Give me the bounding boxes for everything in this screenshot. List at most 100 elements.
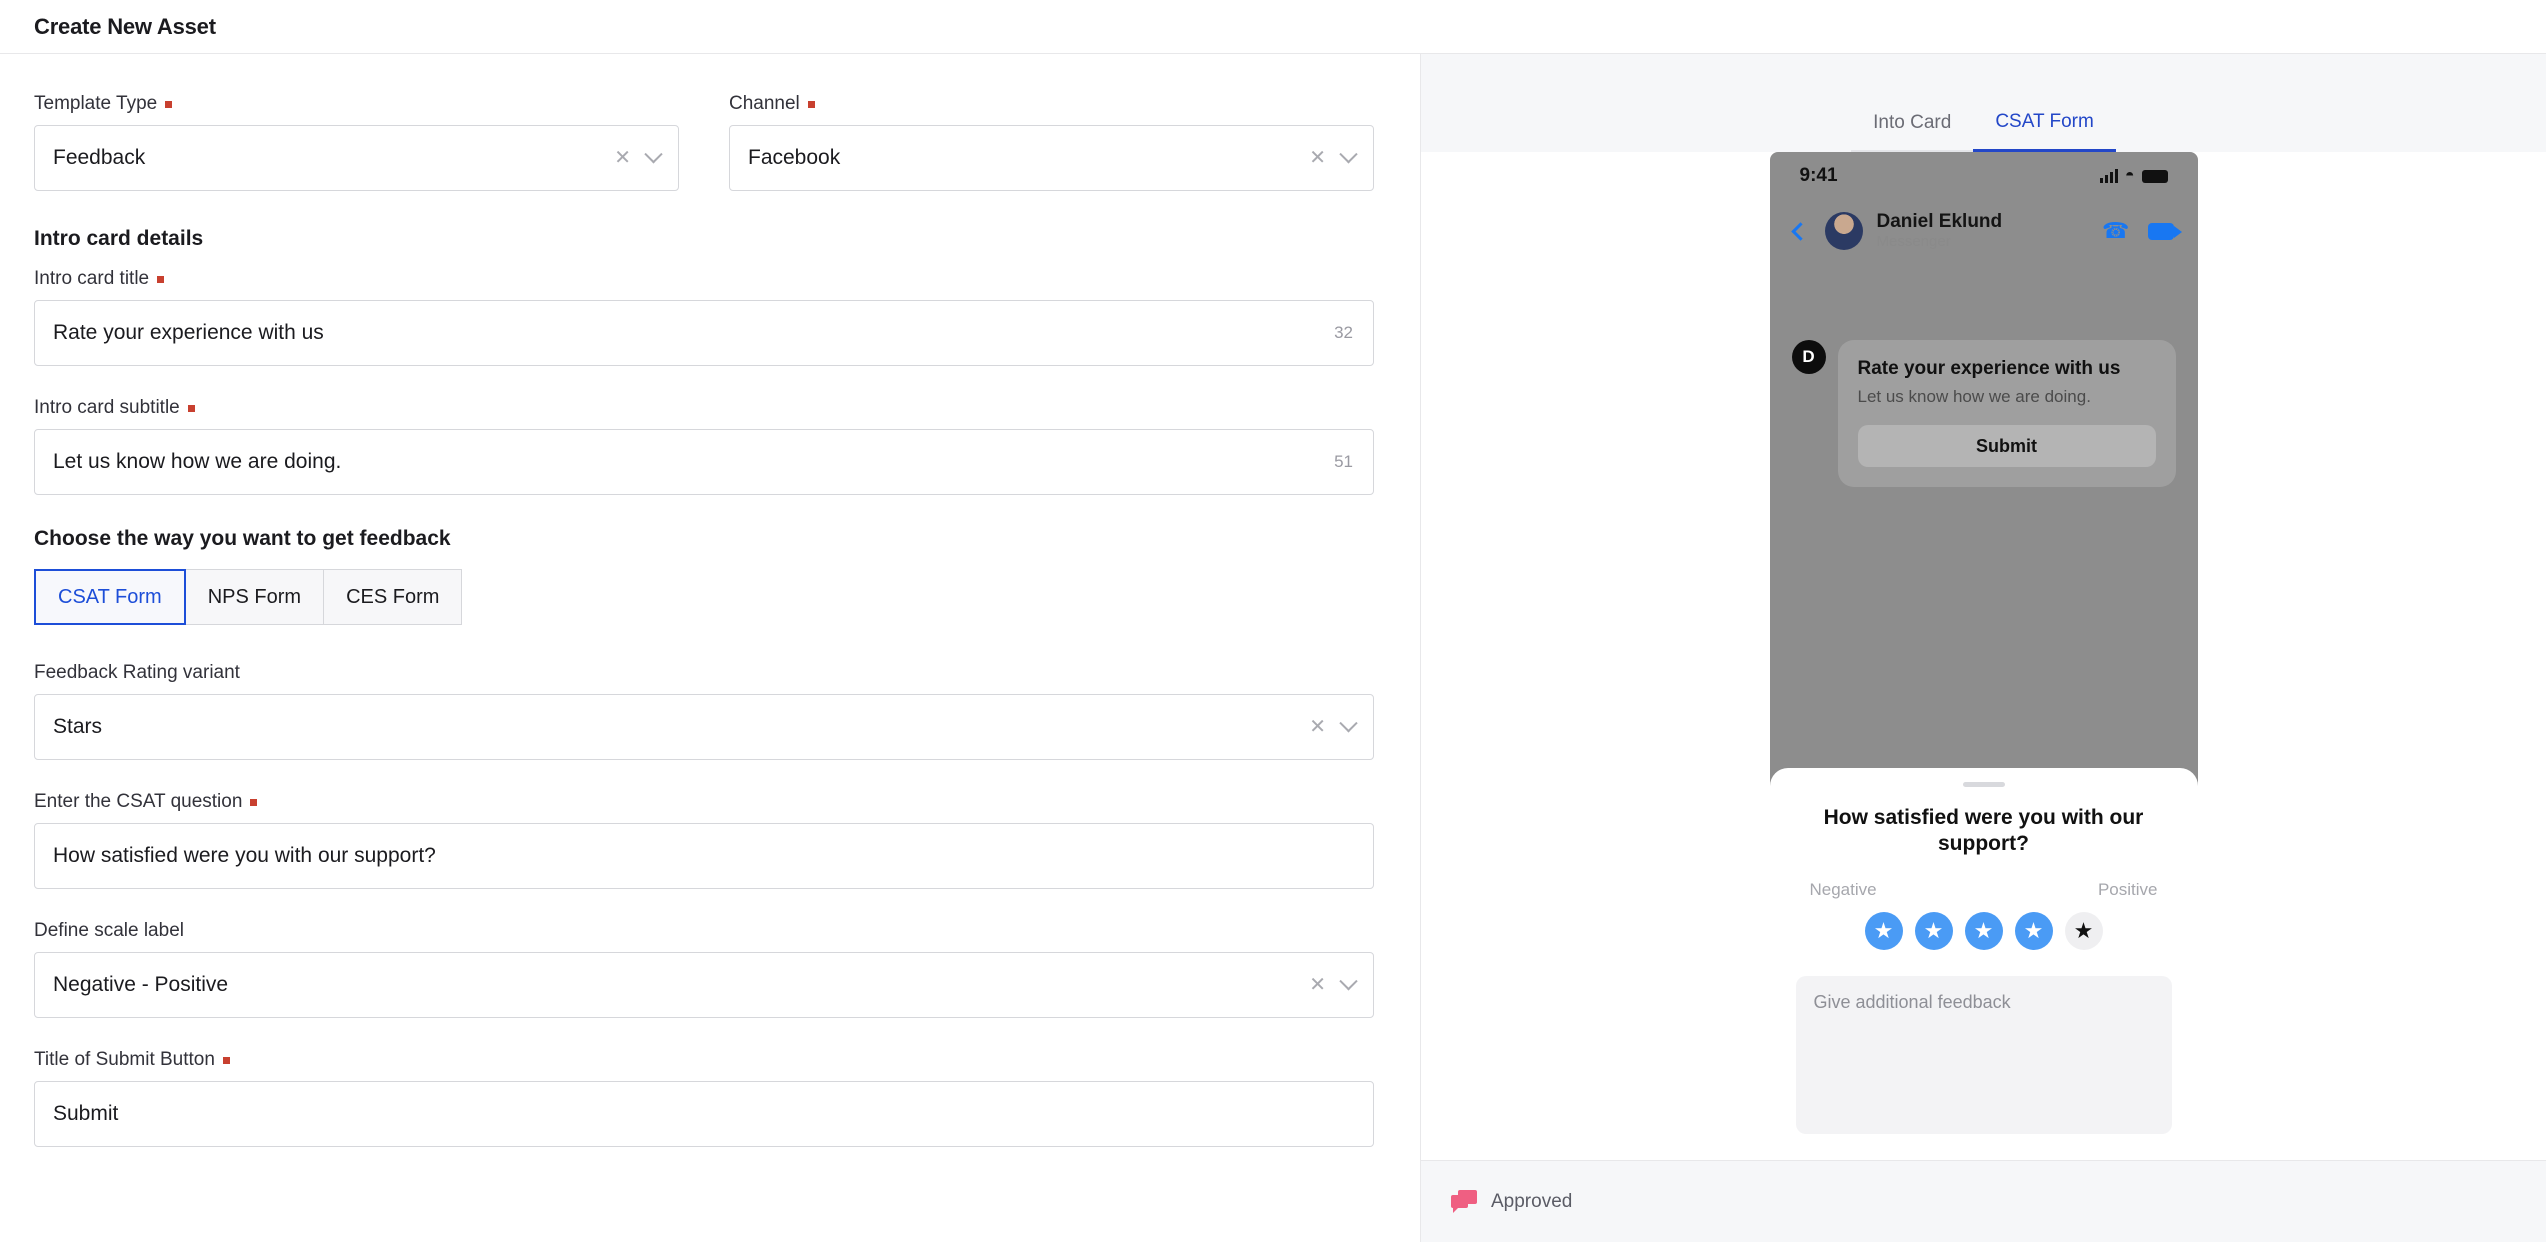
contact-name: Daniel Eklund [1876, 211, 2003, 233]
star-rating-5[interactable]: ★ [2064, 911, 2103, 950]
required-indicator [187, 405, 195, 412]
wifi-icon: ◓ [2124, 167, 2135, 184]
approval-status: Approved [1491, 1190, 1573, 1212]
video-call-icon[interactable] [2147, 222, 2182, 240]
asset-form-pane: Template Type Feedback ✕ Channel Faceboo… [0, 54, 1420, 1242]
preview-footer: Approved [1421, 1160, 2546, 1242]
required-indicator [222, 1057, 230, 1064]
tab-csat-form[interactable]: CSAT Form [34, 569, 186, 625]
preview-canvas: 9:41 ◓ Daniel Eklund Messenger ☎ D Rate … [1421, 152, 2546, 1160]
intro-card-subtitle-counter: 51 [1334, 452, 1353, 471]
rating-variant-label: Feedback Rating variant [34, 662, 240, 683]
csat-question-preview: How satisfied were you with our support? [1823, 806, 2144, 856]
intro-card-subtitle-label: Intro card subtitle [34, 398, 1386, 417]
csat-question-field: Enter the CSAT question How satisfied we… [34, 792, 1386, 889]
close-icon[interactable]: ✕ [1309, 717, 1326, 737]
avatar [1824, 212, 1863, 250]
csat-question-input[interactable]: How satisfied were you with our support? [34, 823, 1374, 889]
submit-button-title-field: Title of Submit Button Submit [34, 1050, 1386, 1147]
message-area: D Rate your experience with us Let us kn… [1770, 262, 2198, 487]
battery-icon [2141, 169, 2168, 183]
csat-question-label: Enter the CSAT question [34, 792, 1386, 811]
intro-card-preview-subtitle: Let us know how we are doing. [1857, 387, 2091, 406]
template-type-controls: ✕ [614, 144, 663, 168]
status-icons: ◓ [2099, 167, 2168, 185]
top-selects-row: Template Type Feedback ✕ Channel Faceboo… [34, 94, 1386, 191]
chevron-down-icon[interactable] [1339, 971, 1358, 990]
intro-card-preview: Rate your experience with us Let us know… [1837, 340, 2176, 487]
star-rating-3[interactable]: ★ [1964, 911, 2003, 950]
star-icon: ★ [1873, 917, 1894, 943]
scale-label-label: Define scale label [34, 920, 184, 941]
back-icon[interactable] [1790, 221, 1810, 241]
tab-ces-form[interactable]: CES Form [324, 569, 463, 625]
preview-tab-csat-form[interactable]: CSAT Form [1973, 111, 2116, 152]
contact-subtitle: Messenger [1876, 232, 1951, 250]
additional-feedback-input[interactable]: Give additional feedback [1795, 975, 2172, 1134]
intro-card-title-value: Rate your experience with us [53, 321, 324, 344]
intro-card-subtitle-value: Let us know how we are doing. [53, 450, 342, 473]
rating-variant-field: Feedback Rating variant Stars ✕ [34, 663, 1386, 760]
close-icon[interactable]: ✕ [1309, 148, 1326, 168]
intro-card-preview-title: Rate your experience with us [1857, 358, 2121, 379]
preview-tabs: Into Card CSAT Form [1421, 54, 2546, 152]
rating-variant-value: Stars [53, 715, 103, 738]
submit-button-title-input[interactable]: Submit [34, 1081, 1374, 1147]
star-icon: ★ [2023, 917, 2044, 943]
template-type-label: Template Type [34, 94, 679, 113]
channel-value: Facebook [748, 146, 841, 169]
scale-label-select[interactable]: Negative - Positive ✕ [34, 952, 1374, 1018]
template-type-select[interactable]: Feedback ✕ [34, 125, 679, 191]
contact-info: Daniel Eklund Messenger [1877, 211, 2003, 251]
scale-label-controls: ✕ [1309, 971, 1358, 995]
required-indicator [157, 276, 165, 283]
csat-bottom-sheet: How satisfied were you with our support?… [1769, 768, 2198, 1160]
chat-bubbles-icon [1451, 1189, 1477, 1214]
chat-header: Daniel Eklund Messenger ☎ [1770, 200, 2198, 262]
chevron-down-icon[interactable] [1339, 144, 1358, 163]
feedback-way-title: Choose the way you want to get feedback [34, 527, 451, 550]
scale-label-value: Negative - Positive [53, 973, 229, 996]
star-rating-1[interactable]: ★ [1864, 911, 1903, 950]
preview-tab-into-card[interactable]: Into Card [1851, 112, 1974, 152]
chevron-down-icon[interactable] [1339, 713, 1358, 732]
message-avatar: D [1791, 340, 1826, 374]
intro-card-title-counter: 32 [1334, 323, 1353, 342]
tab-nps-form[interactable]: NPS Form [185, 569, 325, 625]
intro-card-section-title: Intro card details [34, 227, 204, 250]
star-rating-2[interactable]: ★ [1914, 911, 1953, 950]
sheet-grabber[interactable] [1962, 782, 2005, 787]
page-title: Create New Asset [34, 13, 216, 39]
star-icon: ★ [1923, 917, 1944, 943]
template-type-field: Template Type Feedback ✕ [34, 94, 679, 191]
rating-variant-select[interactable]: Stars ✕ [34, 694, 1374, 760]
chevron-down-icon[interactable] [644, 144, 663, 163]
rating-variant-controls: ✕ [1309, 713, 1358, 737]
submit-button-title-label: Title of Submit Button [34, 1050, 1386, 1069]
status-time: 9:41 [1799, 165, 1838, 186]
intro-card-preview-submit-button[interactable]: Submit [1857, 425, 2156, 467]
phone-call-icon[interactable]: ☎ [2102, 218, 2129, 244]
intro-card-subtitle-input[interactable]: Let us know how we are doing. 51 [34, 429, 1374, 495]
scale-high-label: Positive [2097, 879, 2158, 899]
required-indicator [807, 101, 815, 108]
csat-question-value: How satisfied were you with our support? [53, 844, 436, 867]
required-indicator [165, 101, 173, 108]
form-type-tabs: CSAT Form NPS Form CES Form [34, 569, 1386, 625]
star-rating: ★ ★ ★ ★ ★ [1796, 911, 2172, 950]
star-icon: ★ [1973, 917, 1994, 943]
cellular-signal-icon [2099, 169, 2118, 183]
close-icon[interactable]: ✕ [1309, 975, 1326, 995]
intro-card-title-input[interactable]: Rate your experience with us 32 [34, 300, 1374, 366]
channel-select[interactable]: Facebook ✕ [729, 125, 1374, 191]
template-type-value: Feedback [53, 146, 146, 169]
channel-controls: ✕ [1309, 144, 1358, 168]
star-rating-4[interactable]: ★ [2014, 911, 2053, 950]
intro-card-title-label: Intro card title [34, 269, 1386, 288]
scale-low-label: Negative [1809, 879, 1877, 899]
body-split: Template Type Feedback ✕ Channel Faceboo… [0, 54, 2546, 1242]
intro-card-subtitle-field: Intro card subtitle Let us know how we a… [34, 398, 1386, 495]
chat-header-actions: ☎ [2102, 218, 2182, 244]
close-icon[interactable]: ✕ [614, 148, 631, 168]
scale-label-field: Define scale label Negative - Positive ✕ [34, 921, 1386, 1018]
